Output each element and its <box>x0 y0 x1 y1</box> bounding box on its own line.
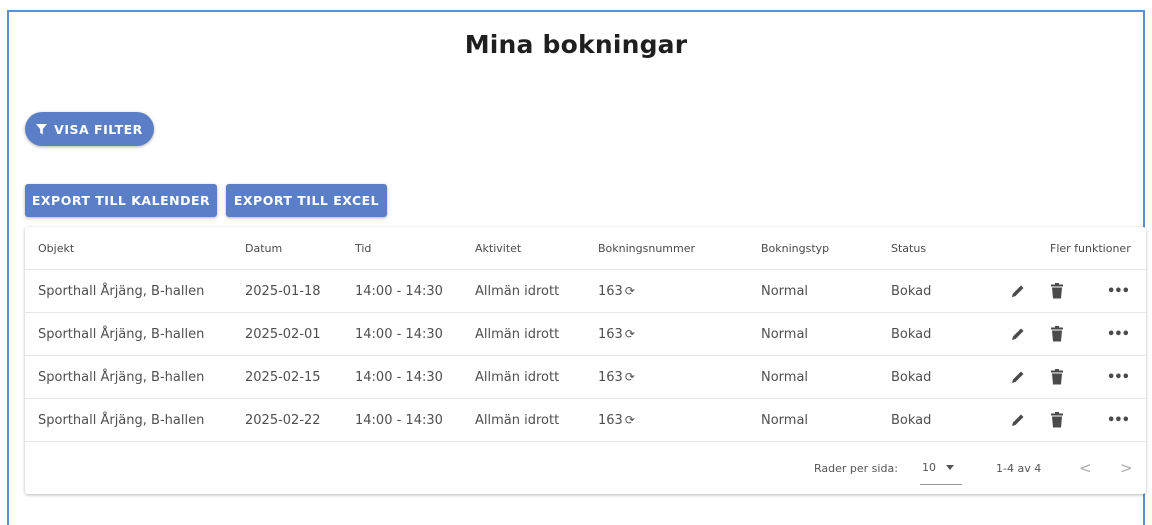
trash-icon[interactable] <box>1050 326 1064 342</box>
cell-aktivitet: Allmän idrott <box>475 369 560 385</box>
bookings-table: Objekt Datum Tid Aktivitet Bokningsnumme… <box>25 227 1146 494</box>
refresh-icon: ⟳ <box>624 284 635 298</box>
booking-number: 163 <box>598 369 623 385</box>
cell-datum: 2025-02-22 <box>245 412 321 428</box>
refresh-icon: ⟳ <box>624 327 635 341</box>
table-row[interactable]: Sporthall Årjäng, B-hallen 2025-02-22 14… <box>25 399 1146 442</box>
table-pagination: Rader per sida: 10 1-4 av 4 < > <box>25 442 1146 494</box>
cell-objekt: Sporthall Årjäng, B-hallen <box>38 412 205 428</box>
refresh-icon: ⟳ <box>624 413 635 427</box>
cell-objekt: Sporthall Årjäng, B-hallen <box>38 369 205 385</box>
cell-objekt: Sporthall Årjäng, B-hallen <box>38 326 205 342</box>
pagination-range: 1-4 av 4 <box>996 461 1042 475</box>
filter-icon <box>36 123 48 134</box>
cell-aktivitet: Allmän idrott <box>475 412 560 428</box>
page-title: Mina bokningar <box>464 30 688 59</box>
trash-icon[interactable] <box>1050 369 1064 385</box>
cell-datum: 2025-02-01 <box>245 326 321 342</box>
column-header-objekt[interactable]: Objekt <box>38 227 74 269</box>
cell-aktivitet: Allmän idrott <box>475 283 560 299</box>
more-horizontal-icon[interactable]: ••• <box>1107 370 1130 385</box>
column-header-bokningstyp[interactable]: Bokningstyp <box>761 227 829 269</box>
cell-status: Bokad <box>891 283 932 299</box>
export-excel-button[interactable]: EXPORT TILL EXCEL <box>226 184 387 217</box>
cell-status: Bokad <box>891 369 932 385</box>
cell-status: Bokad <box>891 326 932 342</box>
refresh-icon: ⟳ <box>624 370 635 384</box>
cell-bokningsnummer: 163 ⟳ <box>598 270 635 312</box>
table-row[interactable]: Sporthall Årjäng, B-hallen 2025-02-15 14… <box>25 356 1146 399</box>
more-horizontal-icon[interactable]: ••• <box>1107 284 1130 299</box>
chevron-down-icon <box>946 465 954 470</box>
next-page-icon[interactable]: > <box>1120 442 1133 494</box>
cell-tid: 14:00 - 14:30 <box>355 283 443 299</box>
cell-bokningstyp: Normal <box>761 412 809 428</box>
table-row[interactable]: Sporthall Årjäng, B-hallen 2025-01-18 14… <box>25 270 1146 313</box>
rows-per-page-value: 10 <box>922 461 936 474</box>
cell-bokningsnummer: 163 ⟳ <box>598 313 635 355</box>
trash-icon[interactable] <box>1050 412 1064 428</box>
column-header-aktivitet[interactable]: Aktivitet <box>475 227 521 269</box>
export-calendar-button[interactable]: EXPORT TILL KALENDER <box>25 184 217 217</box>
column-header-status[interactable]: Status <box>891 227 926 269</box>
pencil-icon[interactable] <box>1010 283 1026 299</box>
cell-bokningsnummer: 163 ⟳ <box>598 399 635 441</box>
booking-number: 163 <box>598 283 623 299</box>
cell-status: Bokad <box>891 412 932 428</box>
more-horizontal-icon[interactable]: ••• <box>1107 327 1130 342</box>
row-actions: ••• <box>1010 270 1140 312</box>
cell-tid: 14:00 - 14:30 <box>355 412 443 428</box>
cell-objekt: Sporthall Årjäng, B-hallen <box>38 283 205 299</box>
cell-bokningstyp: Normal <box>761 326 809 342</box>
pencil-icon[interactable] <box>1010 326 1026 342</box>
cell-bokningsnummer: 163 ⟳ <box>598 356 635 398</box>
table-row[interactable]: Sporthall Årjäng, B-hallen 2025-02-01 14… <box>25 313 1146 356</box>
cell-bokningstyp: Normal <box>761 369 809 385</box>
cell-tid: 14:00 - 14:30 <box>355 369 443 385</box>
booking-number: 163 <box>598 412 623 428</box>
previous-page-icon[interactable]: < <box>1079 442 1092 494</box>
rows-per-page-label: Rader per sida: <box>814 461 898 475</box>
trash-icon[interactable] <box>1050 283 1064 299</box>
booking-number: 163 <box>598 326 623 342</box>
cell-aktivitet: Allmän idrott <box>475 326 560 342</box>
cell-bokningstyp: Normal <box>761 283 809 299</box>
show-filter-button[interactable]: VISA FILTER <box>25 112 154 146</box>
rows-per-page-select[interactable]: 10 <box>920 451 962 485</box>
column-header-datum[interactable]: Datum <box>245 227 282 269</box>
table-header-row: Objekt Datum Tid Aktivitet Bokningsnumme… <box>25 227 1146 270</box>
cell-tid: 14:00 - 14:30 <box>355 326 443 342</box>
row-actions: ••• <box>1010 313 1140 355</box>
row-actions: ••• <box>1010 356 1140 398</box>
column-header-bokningsnummer[interactable]: Bokningsnummer <box>598 227 695 269</box>
more-horizontal-icon[interactable]: ••• <box>1107 413 1130 428</box>
pencil-icon[interactable] <box>1010 412 1026 428</box>
column-header-tid[interactable]: Tid <box>355 227 371 269</box>
column-header-more-functions: Fler funktioner <box>1050 241 1131 255</box>
cell-datum: 2025-02-15 <box>245 369 321 385</box>
row-actions: ••• <box>1010 399 1140 441</box>
show-filter-label: VISA FILTER <box>54 121 143 137</box>
cell-datum: 2025-01-18 <box>245 283 321 299</box>
pencil-icon[interactable] <box>1010 369 1026 385</box>
